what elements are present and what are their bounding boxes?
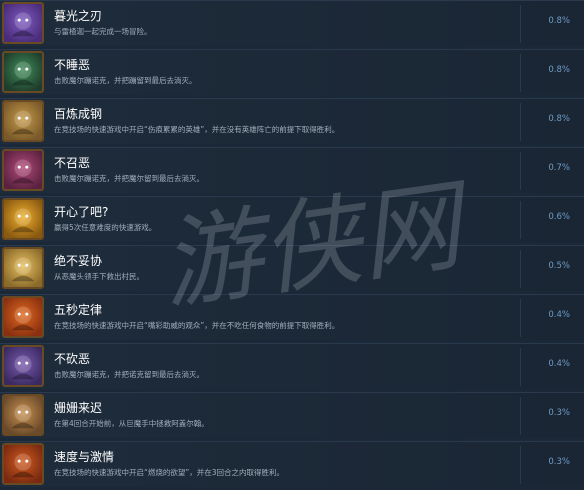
row-divider: [520, 446, 521, 484]
row-divider: [520, 152, 521, 190]
achievement-row[interactable]: 不砍恶击败魔尔蹦诺克，并把诺克留到最后去淌灭。 0.4%: [0, 343, 584, 389]
achievement-description: 在竞技场的快速游戏中开启“燃烧的欲望”，并在3回合之内取得胜利。: [54, 468, 285, 477]
achievement-description: 在竞技场的快速游戏中开启“嘴彩助威的观众”，并在不吃任何食物的前提下取得胜利。: [54, 321, 340, 330]
row-divider: [520, 250, 521, 288]
row-divider: [520, 348, 521, 386]
row-divider: [520, 54, 521, 92]
achievement-row[interactable]: 绝不妥协从恶魔头领手下救出村民。 0.5%: [0, 245, 584, 291]
unlock-percentage: 0.7%: [548, 163, 570, 173]
achievement-title: 不睡恶: [54, 58, 91, 72]
achievement-title: 绝不妥协: [54, 254, 103, 268]
achievement-title: 暮光之刃: [54, 9, 103, 23]
row-divider: [520, 201, 521, 239]
unlock-percentage: 0.6%: [548, 212, 570, 222]
achievement-row[interactable]: 暮光之刃与雷楂迦一起完成一场冒险。 0.8%: [0, 0, 584, 46]
achievement-row[interactable]: 不召恶击败魔尔蹦诺克，并把魔尔留到最后去淌灭。 0.7%: [0, 147, 584, 193]
row-divider: [520, 103, 521, 141]
unlock-percentage: 0.3%: [548, 408, 570, 418]
achievement-title: 不砍恶: [54, 352, 91, 366]
achievement-title: 姗姗来迟: [54, 401, 103, 415]
fashionably-late-icon: [2, 394, 44, 436]
achievement-description: 与雷楂迦一起完成一场冒险。: [54, 27, 152, 36]
achievement-row[interactable]: 姗姗来迟在第4回合开始前，从巨魔手中拯救阿盖尔翰。 0.3%: [0, 392, 584, 438]
unlock-percentage: 0.8%: [548, 16, 570, 26]
unsummoned-evil-icon: [2, 149, 44, 191]
row-divider: [520, 5, 521, 43]
achievement-description: 击败魔尔蹦诺克，并把蹦留到最后去淌灭。: [54, 76, 197, 85]
achievement-description: 在竞技场的快速游戏中开启“伤痕累累的英雄”，并在没有英雄阵亡的前提下取得胜利。: [54, 125, 340, 134]
no-compromise-icon: [2, 247, 44, 289]
unlock-percentage: 0.4%: [548, 359, 570, 369]
unlock-percentage: 0.3%: [548, 457, 570, 467]
unslain-evil-icon: [2, 345, 44, 387]
tempered-steel-icon: [2, 100, 44, 142]
unlock-percentage: 0.5%: [548, 261, 570, 271]
achievement-row[interactable]: 百炼成钢在竞技场的快速游戏中开启“伤痕累累的英雄”，并在没有英雄阵亡的前提下取得…: [0, 98, 584, 144]
unlock-percentage: 0.8%: [548, 114, 570, 124]
row-divider: [520, 397, 521, 435]
achievement-description: 击败魔尔蹦诺克，并把诺克留到最后去淌灭。: [54, 370, 204, 379]
happy-now-icon: [2, 198, 44, 240]
achievement-list: 暮光之刃 与雷楂迦一起完成一场冒险。 0.8% 不睡恶 击败魔尔蹦诺克，并把蹦留到最后去…: [0, 0, 584, 490]
twilight-blade-icon: [2, 2, 44, 44]
achievement-title: 开心了吧?: [54, 205, 109, 219]
achievement-row[interactable]: 五秒定律在竞技场的快速游戏中开启“嘴彩助威的观众”，并在不吃任何食物的前提下取得…: [0, 294, 584, 340]
achievement-title: 不召恶: [54, 156, 91, 170]
achievement-row[interactable]: 不睡恶击败魔尔蹦诺克，并把蹦留到最后去淌灭。 0.8%: [0, 49, 584, 95]
achievement-row[interactable]: 速度与激情在竞技场的快速游戏中开启“燃烧的欲望”，并在3回合之内取得胜利。 0.3…: [0, 441, 584, 487]
achievement-description: 从恶魔头领手下救出村民。: [54, 272, 144, 281]
achievement-title: 速度与激情: [54, 450, 115, 464]
achievement-title: 五秒定律: [54, 303, 103, 317]
unlock-percentage: 0.8%: [548, 65, 570, 75]
unlock-percentage: 0.4%: [548, 310, 570, 320]
achievement-title: 百炼成钢: [54, 107, 103, 121]
sleepless-evil-icon: [2, 51, 44, 93]
achievement-description: 赢得5次任意难度的快速游戏。: [54, 223, 157, 232]
five-second-rule-icon: [2, 296, 44, 338]
achievement-description: 击败魔尔蹦诺克，并把魔尔留到最后去淌灭。: [54, 174, 204, 183]
row-divider: [520, 299, 521, 337]
achievement-description: 在第4回合开始前，从巨魔手中拯救阿盖尔翰。: [54, 419, 209, 428]
achievement-row[interactable]: 开心了吧? 赢得5次任意难度的快速游戏。 0.6%: [0, 196, 584, 242]
fast-furious-icon: [2, 443, 44, 485]
